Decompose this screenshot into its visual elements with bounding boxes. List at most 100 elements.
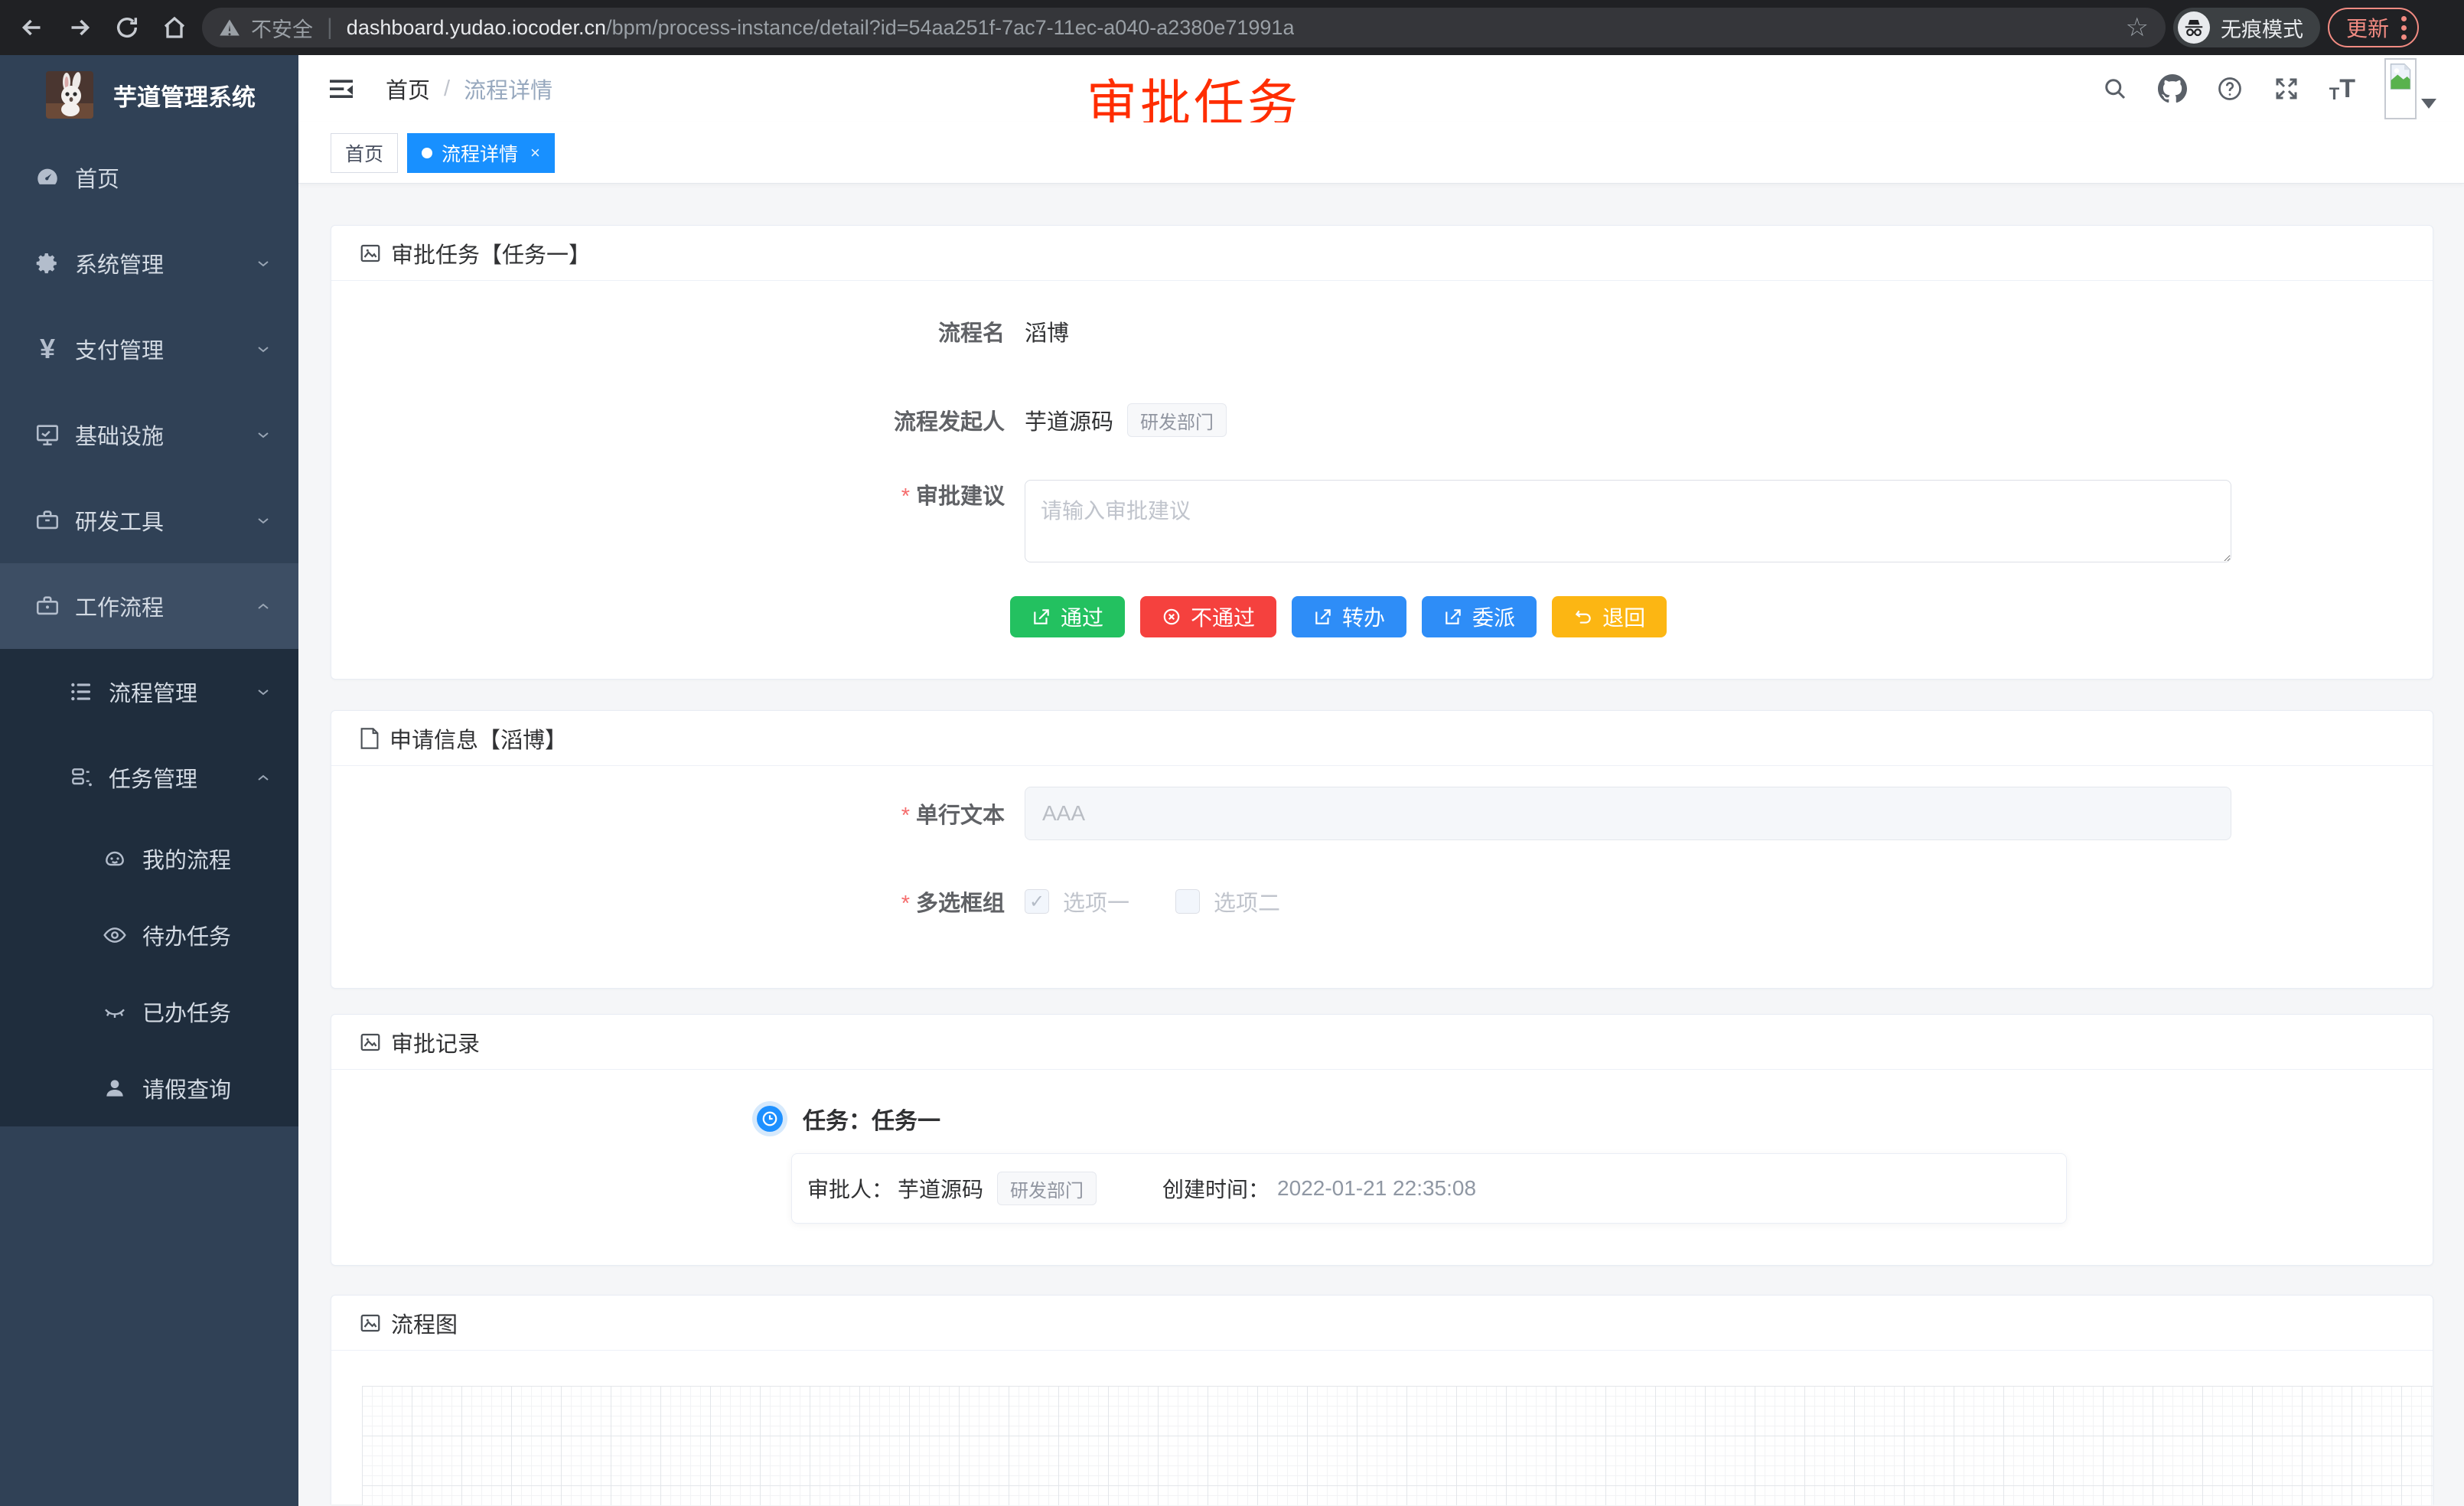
process-name-label: 流程名	[331, 315, 1005, 347]
card-title: 流程图	[391, 1307, 458, 1339]
sidebar-item-my-process[interactable]: 我的流程	[0, 820, 298, 897]
dashboard-icon	[34, 165, 61, 191]
delegate-button[interactable]: 委派	[1422, 596, 1537, 637]
created-label: 创建时间：	[1162, 1173, 1269, 1204]
list-icon	[67, 680, 95, 704]
sidebar-logo[interactable]: 芋道管理系统	[0, 55, 298, 135]
chevron-down-icon	[254, 511, 272, 530]
monitor-icon	[34, 422, 61, 448]
checkbox-group-label: 多选框组	[916, 892, 1005, 916]
checkbox-option-2[interactable]: 选项二	[1175, 885, 1280, 918]
gear-icon	[34, 250, 61, 276]
avatar-dropdown-caret[interactable]	[2421, 99, 2436, 109]
card-title: 审批任务【任务一】	[391, 237, 591, 269]
sidebar-item-label: 基础设施	[75, 419, 164, 451]
sidebar-item-label: 研发工具	[75, 504, 164, 536]
broken-image-icon	[2389, 63, 2412, 90]
record-detail-card: 审批人：芋道源码 研发部门 创建时间： 2022-01-21 22:35:08	[791, 1153, 2067, 1224]
return-button[interactable]: 退回	[1552, 596, 1667, 637]
required-asterisk: *	[901, 804, 910, 828]
single-text-input[interactable]	[1025, 787, 2231, 840]
avatar[interactable]	[2384, 58, 2417, 119]
yen-icon: ¥	[34, 333, 61, 365]
card-title: 审批记录	[391, 1026, 480, 1058]
search-icon[interactable]	[2101, 75, 2129, 103]
approve-record-card: 审批记录 任务：任务一 审批人：芋道源码 研发部门 创建时间： 202	[331, 1014, 2433, 1266]
reload-icon[interactable]	[107, 8, 147, 47]
incognito-label: 无痕模式	[2221, 13, 2303, 43]
initiator-dept-tag: 研发部门	[1127, 403, 1227, 437]
url-separator: |	[327, 15, 333, 41]
picture-icon	[359, 1031, 382, 1054]
sidebar-item-done-tasks[interactable]: 已办任务	[0, 973, 298, 1050]
edit-icon	[1032, 607, 1051, 627]
fullscreen-icon[interactable]	[2273, 75, 2300, 103]
breadcrumb: 首页 / 流程详情	[386, 73, 552, 105]
incognito-badge: 无痕模式	[2173, 8, 2320, 47]
sidebar-item-label: 我的流程	[142, 843, 231, 875]
back-icon[interactable]	[12, 8, 52, 47]
suggestion-label: 审批建议	[916, 484, 1005, 509]
sidebar-item-payment[interactable]: ¥ 支付管理	[0, 306, 298, 392]
card-title: 申请信息【滔博】	[389, 722, 567, 755]
approver-label: 审批人：	[807, 1173, 893, 1204]
clock-icon	[757, 1106, 783, 1132]
required-asterisk: *	[901, 484, 910, 509]
sidebar-item-workflow[interactable]: 工作流程	[0, 563, 298, 649]
checkbox-option-1[interactable]: ✓ 选项一	[1025, 885, 1129, 918]
chevron-down-icon	[254, 254, 272, 272]
address-bar[interactable]: 不安全 | dashboard.yudao.iocoder.cn/bpm/pro…	[202, 8, 2166, 47]
process-diagram-card: 流程图	[331, 1295, 2433, 1504]
chevron-up-icon	[254, 768, 272, 787]
breadcrumb-home[interactable]: 首页	[386, 73, 430, 105]
sidebar-item-system[interactable]: 系统管理	[0, 220, 298, 306]
update-label: 更新	[2346, 12, 2389, 43]
home-icon[interactable]	[155, 8, 194, 47]
page-header: 首页 / 流程详情 审批任务 TT	[298, 55, 2464, 122]
transfer-button[interactable]: 转办	[1292, 596, 1406, 637]
sidebar-item-label: 流程管理	[109, 676, 197, 708]
initiator-label: 流程发起人	[331, 404, 1005, 436]
tag-home[interactable]: 首页	[331, 133, 398, 173]
font-size-icon[interactable]: TT	[2329, 74, 2355, 104]
logo-rabbit-image	[46, 71, 93, 119]
checkbox-checked-icon: ✓	[1025, 889, 1049, 914]
bpmn-canvas[interactable]	[362, 1386, 2433, 1505]
sidebar-item-home[interactable]: 首页	[0, 135, 298, 220]
sidebar: 芋道管理系统 首页 系统管理 ¥ 支付管理 基础设施	[0, 55, 298, 1506]
warning-icon	[219, 17, 240, 38]
sidebar-item-process-mgmt[interactable]: 流程管理	[0, 649, 298, 735]
workflow-submenu: 流程管理 任务管理 我的流程 待办任务	[0, 649, 298, 1126]
help-icon[interactable]	[2216, 75, 2244, 103]
collapse-sidebar-icon[interactable]	[326, 73, 357, 104]
sidebar-item-leave-query[interactable]: 请假查询	[0, 1050, 298, 1126]
security-label[interactable]: 不安全	[251, 13, 313, 43]
document-icon	[359, 727, 380, 750]
sidebar-item-label: 工作流程	[75, 590, 164, 622]
forward-icon[interactable]	[60, 8, 99, 47]
github-icon[interactable]	[2158, 74, 2187, 103]
tag-process-detail[interactable]: 流程详情 ×	[407, 133, 555, 173]
apply-info-card: 申请信息【滔博】 *单行文本 *多选框组 ✓ 选项一	[331, 710, 2433, 989]
tags-view-bar: 首页 流程详情 ×	[298, 122, 2464, 184]
approve-task-card: 审批任务【任务一】 流程名 滔博 流程发起人 芋道源码 研发部门	[331, 225, 2433, 680]
sidebar-item-label: 支付管理	[75, 333, 164, 365]
sidebar-item-todo-tasks[interactable]: 待办任务	[0, 897, 298, 973]
chevron-down-icon	[254, 425, 272, 444]
close-tag-icon[interactable]: ×	[530, 143, 540, 163]
checkbox-unchecked-icon	[1175, 889, 1200, 914]
approver-value: 芋道源码	[898, 1173, 983, 1204]
single-text-label: 单行文本	[916, 804, 1005, 828]
chevron-down-icon	[254, 683, 272, 701]
tree-icon	[67, 765, 95, 790]
picture-icon	[359, 1312, 382, 1335]
sidebar-item-task-mgmt[interactable]: 任务管理	[0, 735, 298, 820]
sidebar-item-infra[interactable]: 基础设施	[0, 392, 298, 478]
bookmark-star-icon[interactable]: ☆	[2126, 12, 2149, 43]
suggestion-textarea[interactable]	[1025, 480, 2231, 562]
browser-update-button[interactable]: 更新	[2328, 8, 2419, 47]
reject-button[interactable]: 不通过	[1140, 596, 1276, 637]
sidebar-item-devtools[interactable]: 研发工具	[0, 478, 298, 563]
browser-menu-icon[interactable]	[2401, 16, 2407, 40]
approve-button[interactable]: 通过	[1010, 596, 1125, 637]
